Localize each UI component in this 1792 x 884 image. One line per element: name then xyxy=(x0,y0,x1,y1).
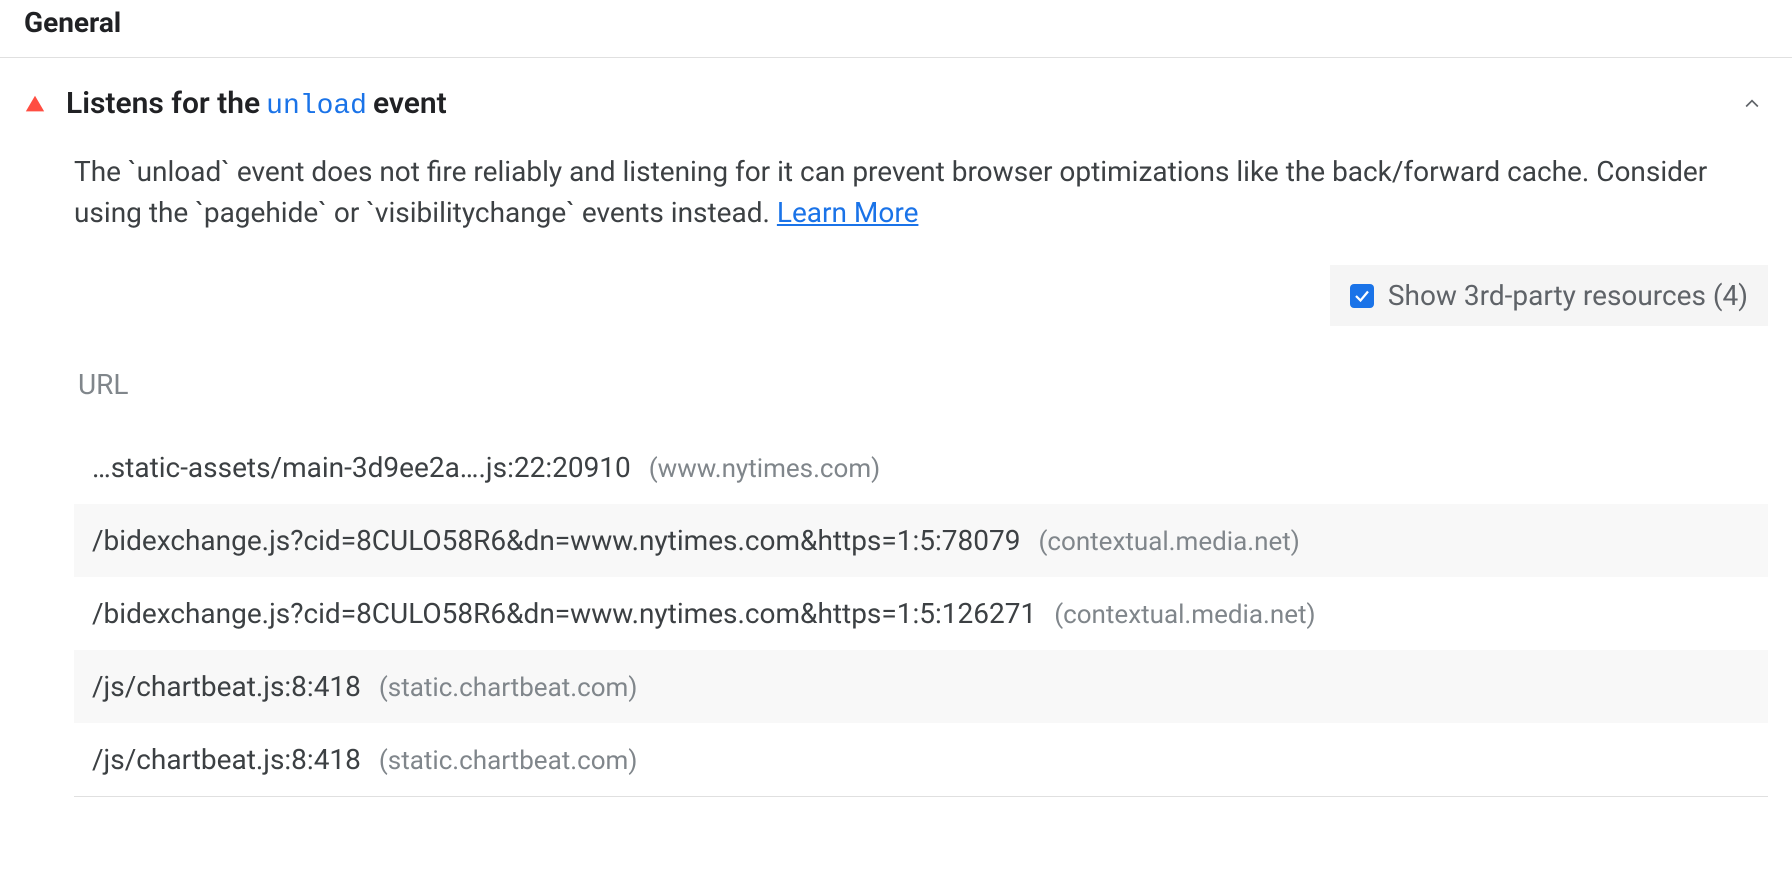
audit-title-prefix: Listens for the xyxy=(66,86,260,121)
url-column-header: URL xyxy=(74,344,1768,431)
learn-more-link[interactable]: Learn More xyxy=(777,196,919,229)
url-path: …static-assets/main-3d9ee2a….js:22:20910 xyxy=(92,451,631,484)
url-path: /bidexchange.js?cid=8CULO58R6&dn=www.nyt… xyxy=(92,597,1036,630)
table-row[interactable]: /bidexchange.js?cid=8CULO58R6&dn=www.nyt… xyxy=(74,504,1768,577)
url-origin: (contextual.media.net) xyxy=(1038,527,1299,557)
audit-title-suffix: event xyxy=(373,86,447,121)
url-origin: (www.nytimes.com) xyxy=(649,454,880,484)
url-path: /js/chartbeat.js:8:418 xyxy=(92,743,361,776)
table-row[interactable]: …static-assets/main-3d9ee2a….js:22:20910… xyxy=(74,431,1768,504)
audit-header[interactable]: Listens for the unload event xyxy=(0,82,1792,122)
audit-title: Listens for the unload event xyxy=(66,86,1736,122)
audit-item: Listens for the unload event The `unload… xyxy=(0,58,1792,797)
url-origin: (static.chartbeat.com) xyxy=(379,673,637,703)
third-party-toggle-label: Show 3rd-party resources (4) xyxy=(1388,279,1748,312)
chevron-up-icon[interactable] xyxy=(1736,88,1768,120)
audit-description: The `unload` event does not fire reliabl… xyxy=(74,152,1768,233)
audit-title-code: unload xyxy=(266,91,367,122)
table-row[interactable]: /js/chartbeat.js:8:418 (static.chartbeat… xyxy=(74,650,1768,723)
table-row[interactable]: /js/chartbeat.js:8:418 (static.chartbeat… xyxy=(74,723,1768,796)
third-party-toggle[interactable]: Show 3rd-party resources (4) xyxy=(1330,265,1768,326)
url-table: …static-assets/main-3d9ee2a….js:22:20910… xyxy=(74,431,1768,797)
section-title: General xyxy=(0,0,1792,58)
table-row[interactable]: /bidexchange.js?cid=8CULO58R6&dn=www.nyt… xyxy=(74,577,1768,650)
warning-triangle-icon xyxy=(24,93,46,115)
checkbox-checked-icon[interactable] xyxy=(1350,284,1374,308)
url-origin: (static.chartbeat.com) xyxy=(379,746,637,776)
url-path: /bidexchange.js?cid=8CULO58R6&dn=www.nyt… xyxy=(92,524,1020,557)
url-path: /js/chartbeat.js:8:418 xyxy=(92,670,361,703)
url-origin: (contextual.media.net) xyxy=(1054,600,1315,630)
